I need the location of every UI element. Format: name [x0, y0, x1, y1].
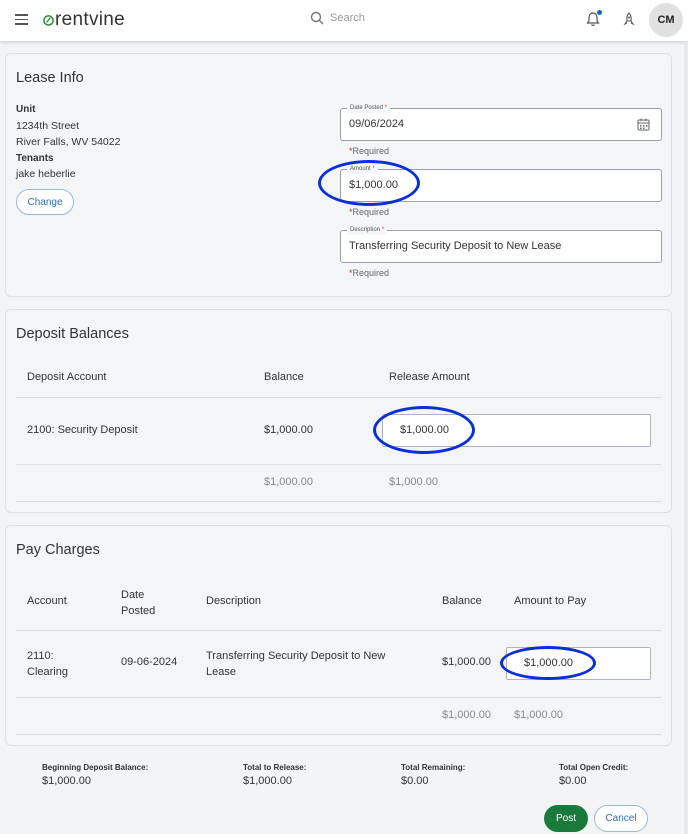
amount-to-pay-value: $1,000.00: [524, 657, 573, 669]
date-posted-value: 09/06/2024: [349, 118, 405, 130]
lease-info-card: Lease Info Unit 1234th Street River Fall…: [5, 53, 672, 297]
col-account: Account: [27, 595, 67, 607]
date-posted-required: *Required: [349, 146, 390, 156]
charge-account-line2: Clearing: [27, 666, 68, 678]
charge-account-cell: 2110: Clearing: [27, 648, 68, 680]
pay-charges-title: Pay Charges: [16, 542, 100, 558]
unit-label: Unit: [16, 104, 36, 115]
description-required: *Required: [349, 268, 390, 278]
total-open-credit-label: Total Open Credit:: [559, 763, 629, 772]
deposit-balances-title: Deposit Balances: [16, 326, 129, 342]
tenants-label: Tenants: [16, 153, 54, 164]
beginning-balance-value: $1,000.00: [42, 775, 91, 787]
description-label: Description *: [347, 225, 388, 235]
col-date-posted: Date Posted: [121, 587, 155, 619]
col-date-line2: Posted: [121, 605, 156, 617]
col-description: Description: [206, 595, 262, 607]
pay-charges-card: Pay Charges Account Date Posted Descript…: [5, 525, 672, 746]
menu-icon[interactable]: [15, 14, 28, 25]
header-divider: [16, 397, 661, 398]
avatar[interactable]: CM: [649, 3, 683, 37]
amount-label: Amount *: [347, 164, 378, 174]
col-deposit-account: Deposit Account: [27, 371, 107, 383]
logo-text: rentvine: [55, 9, 125, 30]
charge-balance-cell: $1,000.00: [442, 656, 491, 668]
totals-divider: [16, 501, 661, 502]
cancel-button[interactable]: Cancel: [594, 805, 648, 832]
release-amount-value: $1,000.00: [400, 424, 449, 436]
notification-dot: [597, 10, 602, 15]
amount-to-pay-input[interactable]: $1,000.00: [506, 647, 651, 680]
total-release: $1,000.00: [389, 476, 438, 488]
rocket-icon[interactable]: [622, 12, 636, 31]
charges-header-divider: [16, 630, 661, 631]
scrollbar[interactable]: [684, 42, 688, 834]
description-value: Transferring Security Deposit to New Lea…: [349, 240, 562, 252]
charge-date-cell: 09-06-2024: [121, 656, 178, 668]
total-open-credit-value: $0.00: [559, 775, 587, 787]
charge-account-line1: 2110:: [27, 650, 54, 662]
search-icon: [310, 11, 324, 25]
charges-row-divider: [16, 697, 661, 698]
unit-address-line2: River Falls, WV 54022: [16, 136, 121, 148]
calendar-icon[interactable]: [637, 118, 650, 131]
col-charge-balance: Balance: [442, 595, 482, 607]
row-divider: [16, 464, 661, 465]
change-button[interactable]: Change: [16, 189, 74, 215]
post-button[interactable]: Post: [544, 805, 588, 832]
logo[interactable]: rentvine: [43, 9, 125, 31]
charge-description-line2: Lease: [206, 666, 236, 678]
charges-total-balance: $1,000.00: [442, 709, 491, 721]
tenant-name: jake heberlie: [16, 168, 76, 180]
unit-address-line1: 1234th Street: [16, 120, 80, 132]
logo-leaf-icon: [43, 15, 54, 26]
col-balance: Balance: [264, 371, 304, 383]
total-remaining-value: $0.00: [401, 775, 429, 787]
amount-value: $1,000.00: [349, 179, 398, 191]
charge-description-cell: Transferring Security Deposit to New Lea…: [206, 648, 385, 680]
search-box[interactable]: Search: [310, 11, 365, 25]
release-amount-input[interactable]: $1,000.00: [382, 414, 651, 447]
deposit-balance-cell: $1,000.00: [264, 424, 313, 436]
bell-icon[interactable]: [586, 10, 602, 32]
search-placeholder: Search: [330, 12, 365, 24]
top-bar: rentvine Search CM: [0, 0, 688, 42]
col-amount-to-pay: Amount to Pay: [514, 595, 587, 607]
total-remaining-label: Total Remaining:: [401, 763, 466, 772]
beginning-balance-label: Beginning Deposit Balance:: [42, 763, 149, 772]
amount-required: *Required: [349, 207, 390, 217]
charge-description-line1: Transferring Security Deposit to New: [206, 650, 386, 662]
amount-field[interactable]: Amount * $1,000.00: [340, 164, 662, 202]
deposit-account-cell: 2100: Security Deposit: [27, 424, 138, 436]
col-date-line1: Date: [121, 589, 145, 601]
lease-info-title: Lease Info: [16, 70, 84, 86]
total-balance: $1,000.00: [264, 476, 313, 488]
charges-totals-divider: [16, 734, 661, 735]
date-posted-label: Date Posted *: [347, 103, 391, 113]
total-release-value: $1,000.00: [243, 775, 292, 787]
charges-total-amount: $1,000.00: [514, 709, 563, 721]
date-posted-field[interactable]: Date Posted * 09/06/2024: [340, 103, 662, 141]
col-release-amount: Release Amount: [389, 371, 470, 383]
total-release-label: Total to Release:: [243, 763, 307, 772]
description-field[interactable]: Description * Transferring Security Depo…: [340, 225, 662, 263]
deposit-balances-card: Deposit Balances Deposit Account Balance…: [5, 309, 672, 513]
